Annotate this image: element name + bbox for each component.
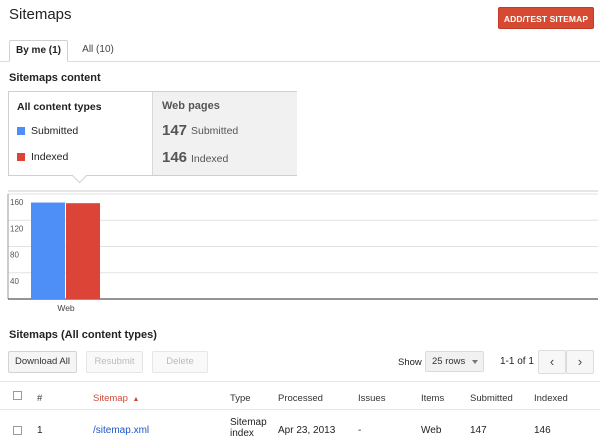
row-type: Sitemap index: [230, 417, 267, 439]
table-top-border: [0, 381, 600, 382]
tab-by-me[interactable]: By me (1): [9, 40, 68, 62]
column-header-submitted[interactable]: Submitted: [470, 393, 513, 404]
delete-button[interactable]: Delete: [152, 351, 208, 373]
column-header-sitemap-label: Sitemap: [93, 393, 128, 404]
sitemap-link[interactable]: /sitemap.xml: [93, 425, 149, 436]
sitemap-chart: 40 80 120 160 Web: [7, 190, 598, 313]
row-items: Web: [421, 425, 442, 436]
sort-ascending-icon: ▲: [132, 396, 140, 403]
chart-x-tick-label: Web: [57, 303, 75, 313]
sitemaps-content-title: Sitemaps content: [9, 72, 101, 84]
web-pages-indexed-count: 146: [162, 149, 188, 166]
table-row: 1 /sitemap.xml Sitemap index Apr 23, 201…: [0, 410, 600, 447]
chart-y-tick-label: 80: [10, 251, 19, 260]
rows-per-page-select[interactable]: 25 rows: [425, 351, 484, 372]
page-title: Sitemaps: [9, 6, 72, 23]
row-processed: Apr 23, 2013: [278, 425, 336, 436]
rows-select-value: 25 rows: [432, 356, 466, 367]
download-all-button[interactable]: Download All: [8, 351, 77, 373]
select-all-checkbox[interactable]: [13, 391, 22, 400]
submitted-legend-label: Submitted: [31, 125, 79, 137]
sitemaps-table-title: Sitemaps (All content types): [9, 329, 157, 341]
chart-y-tick-label: 120: [10, 224, 24, 233]
column-header-issues[interactable]: Issues: [358, 393, 385, 404]
column-header-num: #: [37, 393, 43, 404]
row-indexed: 146: [534, 425, 551, 436]
chart-bar-submitted: [31, 202, 65, 299]
chart-y-tick-label: 40: [10, 277, 19, 286]
chevron-left-icon: ‹: [549, 354, 555, 369]
row-num: 1: [37, 425, 43, 436]
row-type-line2: index: [230, 428, 254, 439]
row-submitted: 147: [470, 425, 487, 436]
web-pages-title: Web pages: [162, 100, 220, 112]
add-test-sitemap-button[interactable]: ADD/TEST SITEMAP: [498, 7, 594, 29]
row-issues: -: [358, 425, 362, 436]
chevron-down-icon: [472, 360, 478, 364]
pagination-text: 1-1 of 1: [500, 356, 534, 367]
submitted-legend-swatch: [17, 127, 25, 135]
chevron-right-icon: ›: [577, 354, 583, 369]
indexed-legend-label: Indexed: [31, 151, 69, 163]
prev-page-button[interactable]: ‹: [538, 350, 566, 374]
column-header-processed[interactable]: Processed: [278, 393, 323, 404]
web-pages-submitted-count: 147: [162, 122, 188, 139]
web-pages-indexed-label: Indexed: [191, 153, 229, 165]
column-header-type[interactable]: Type: [230, 393, 251, 404]
tab-all[interactable]: All (10): [72, 40, 124, 62]
column-header-sitemap[interactable]: Sitemap ▲: [93, 393, 139, 404]
web-pages-submitted-label: Submitted: [191, 125, 239, 137]
row-checkbox[interactable]: [13, 426, 22, 435]
row-type-line1: Sitemap: [230, 417, 267, 428]
next-page-button[interactable]: ›: [566, 350, 594, 374]
all-content-types-label[interactable]: All content types: [17, 101, 102, 113]
indexed-legend-swatch: [17, 153, 25, 161]
chart-bar-indexed: [66, 203, 100, 299]
column-header-items[interactable]: Items: [421, 393, 444, 404]
chart-y-tick-label: 160: [10, 198, 24, 207]
resubmit-button[interactable]: Resubmit: [86, 351, 143, 373]
show-label: Show: [398, 357, 422, 368]
column-header-indexed[interactable]: Indexed: [534, 393, 568, 404]
